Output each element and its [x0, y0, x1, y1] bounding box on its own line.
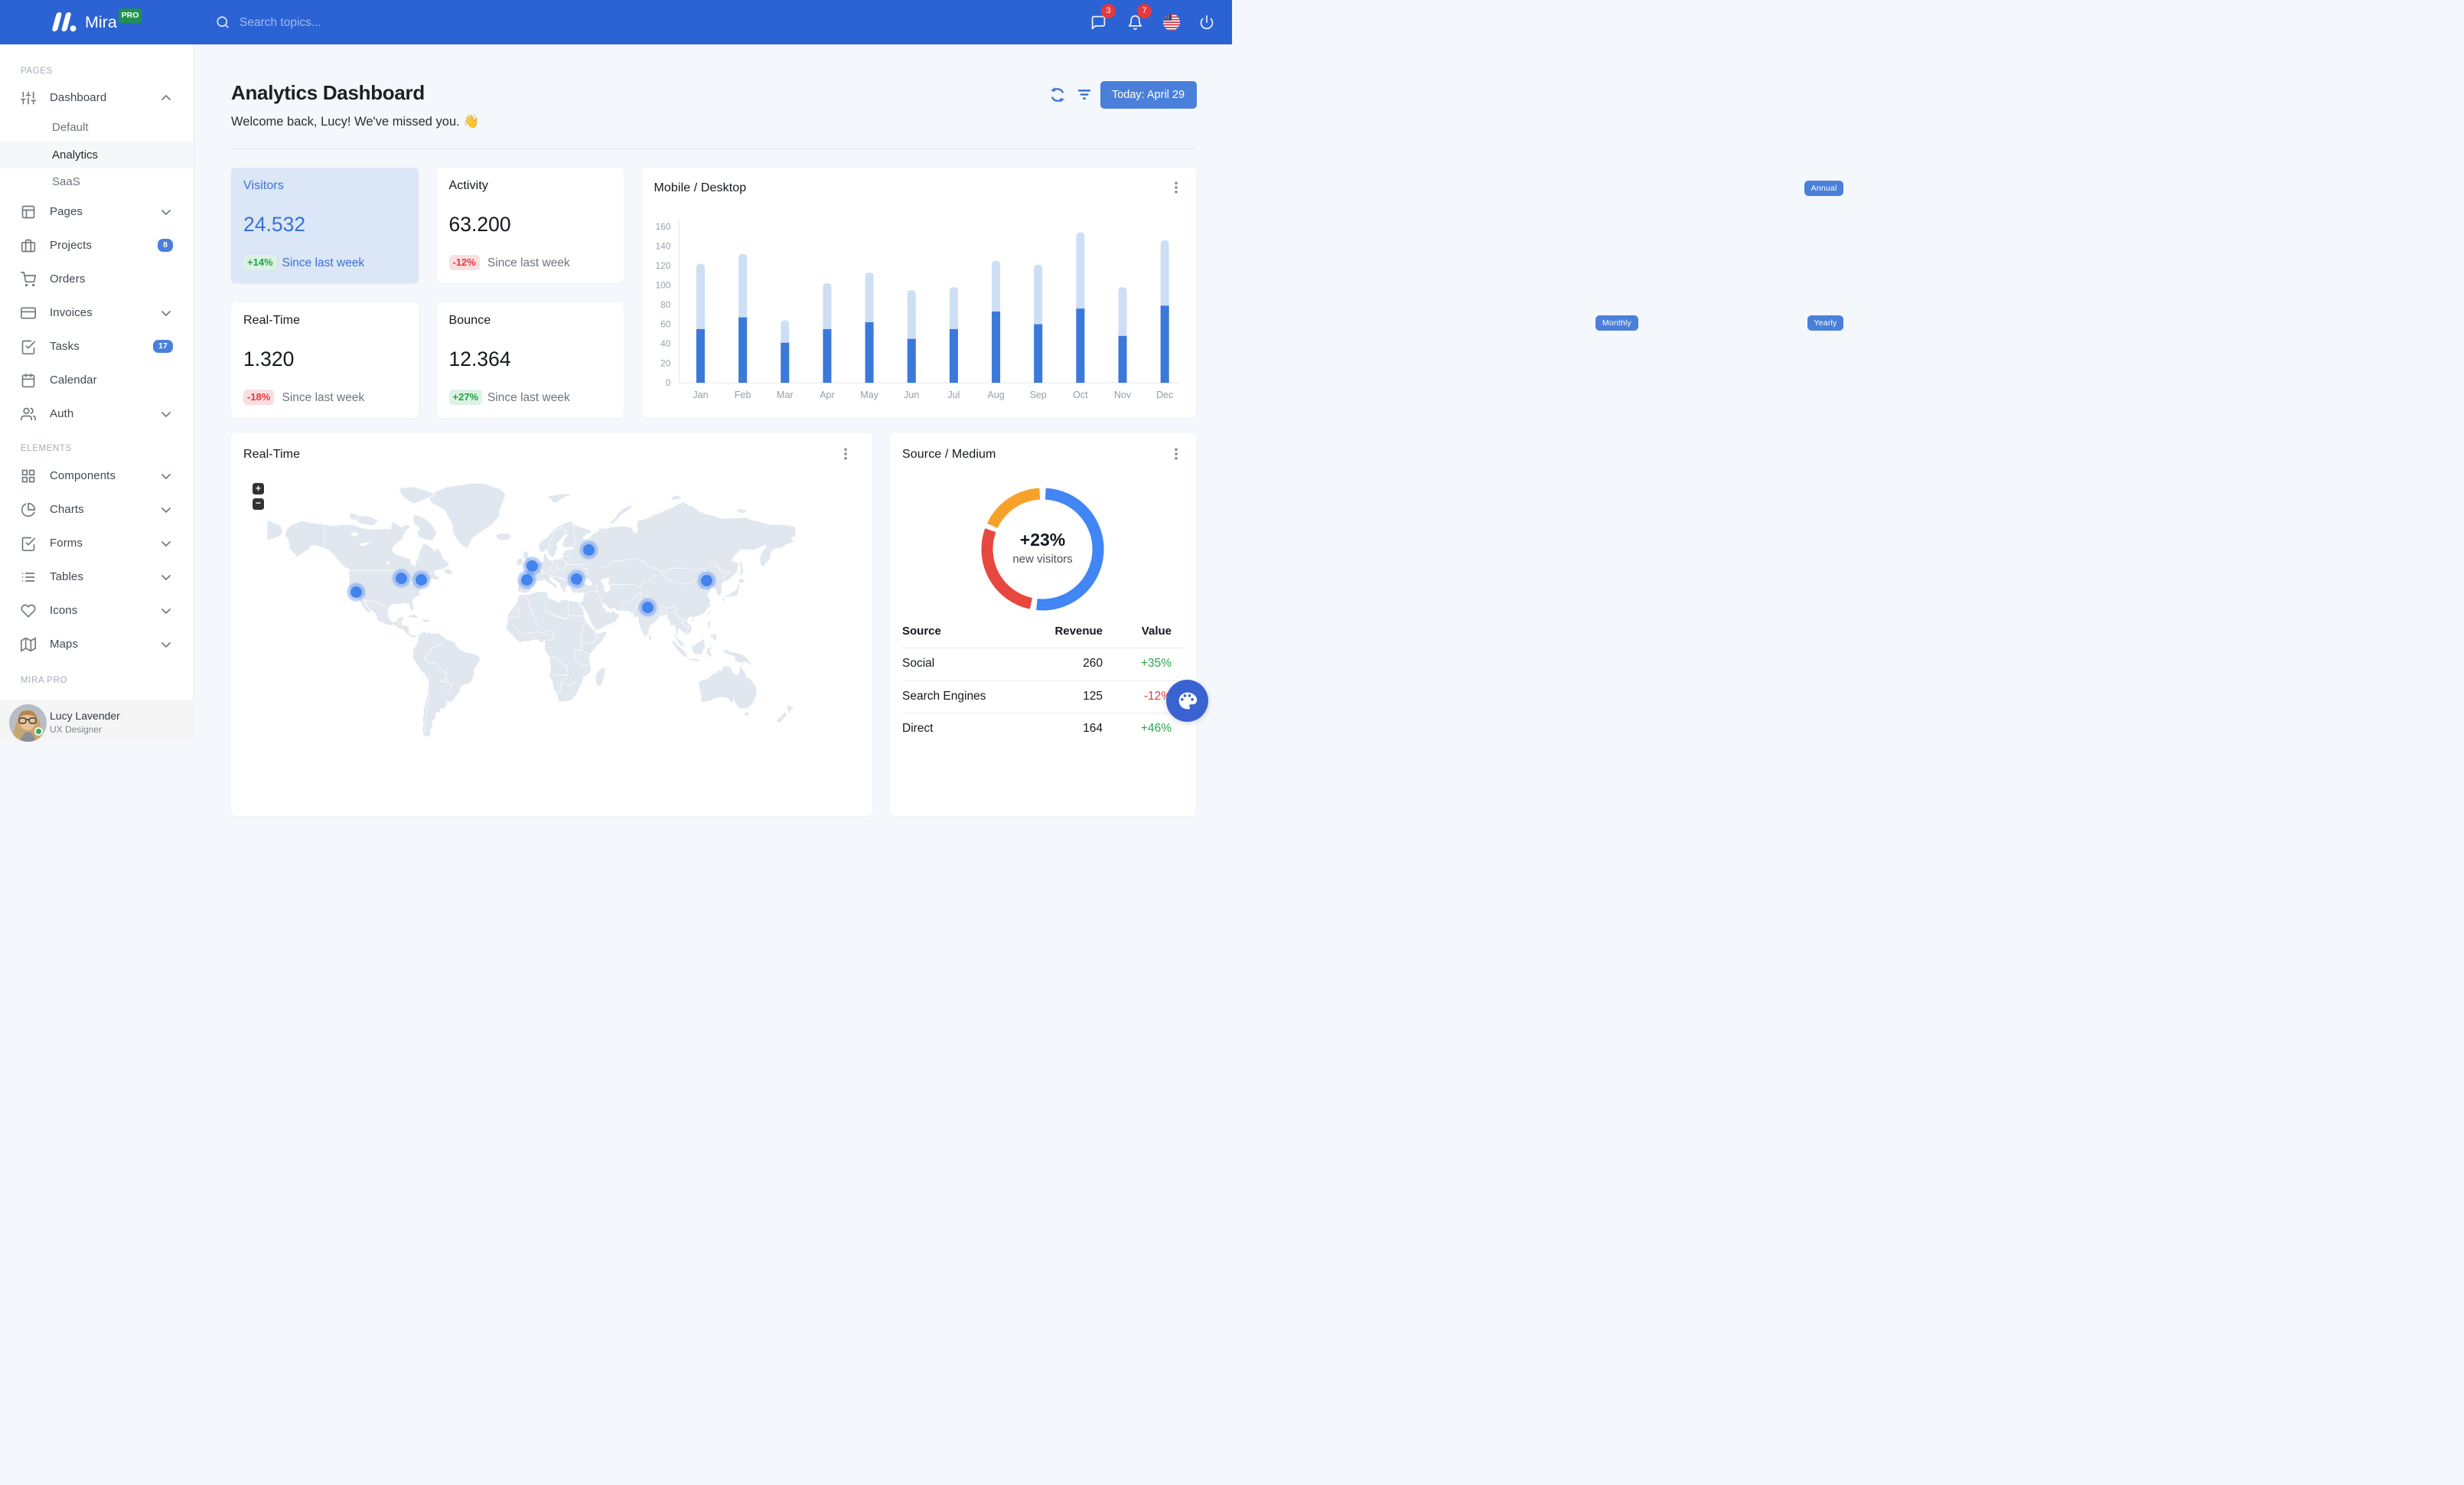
- svg-text:Dec: Dec: [1156, 390, 1173, 400]
- svg-text:Aug: Aug: [987, 390, 1004, 400]
- svg-text:60: 60: [660, 318, 671, 329]
- svg-text:Sep: Sep: [1029, 390, 1046, 400]
- svg-text:80: 80: [660, 299, 671, 310]
- svg-text:Jan: Jan: [693, 390, 708, 400]
- svg-text:0: 0: [665, 377, 670, 388]
- svg-text:Jun: Jun: [904, 390, 919, 400]
- svg-text:Feb: Feb: [734, 390, 751, 400]
- svg-text:May: May: [860, 390, 878, 400]
- svg-text:20: 20: [660, 357, 671, 368]
- svg-text:160: 160: [655, 221, 670, 232]
- svg-text:Oct: Oct: [1073, 390, 1088, 400]
- svg-text:40: 40: [660, 338, 671, 349]
- svg-text:Apr: Apr: [820, 390, 834, 400]
- svg-text:Nov: Nov: [1113, 390, 1131, 400]
- svg-text:100: 100: [655, 279, 670, 290]
- svg-text:Mar: Mar: [777, 390, 794, 400]
- svg-text:Jul: Jul: [947, 390, 960, 400]
- svg-text:140: 140: [655, 240, 670, 251]
- svg-text:120: 120: [655, 260, 670, 271]
